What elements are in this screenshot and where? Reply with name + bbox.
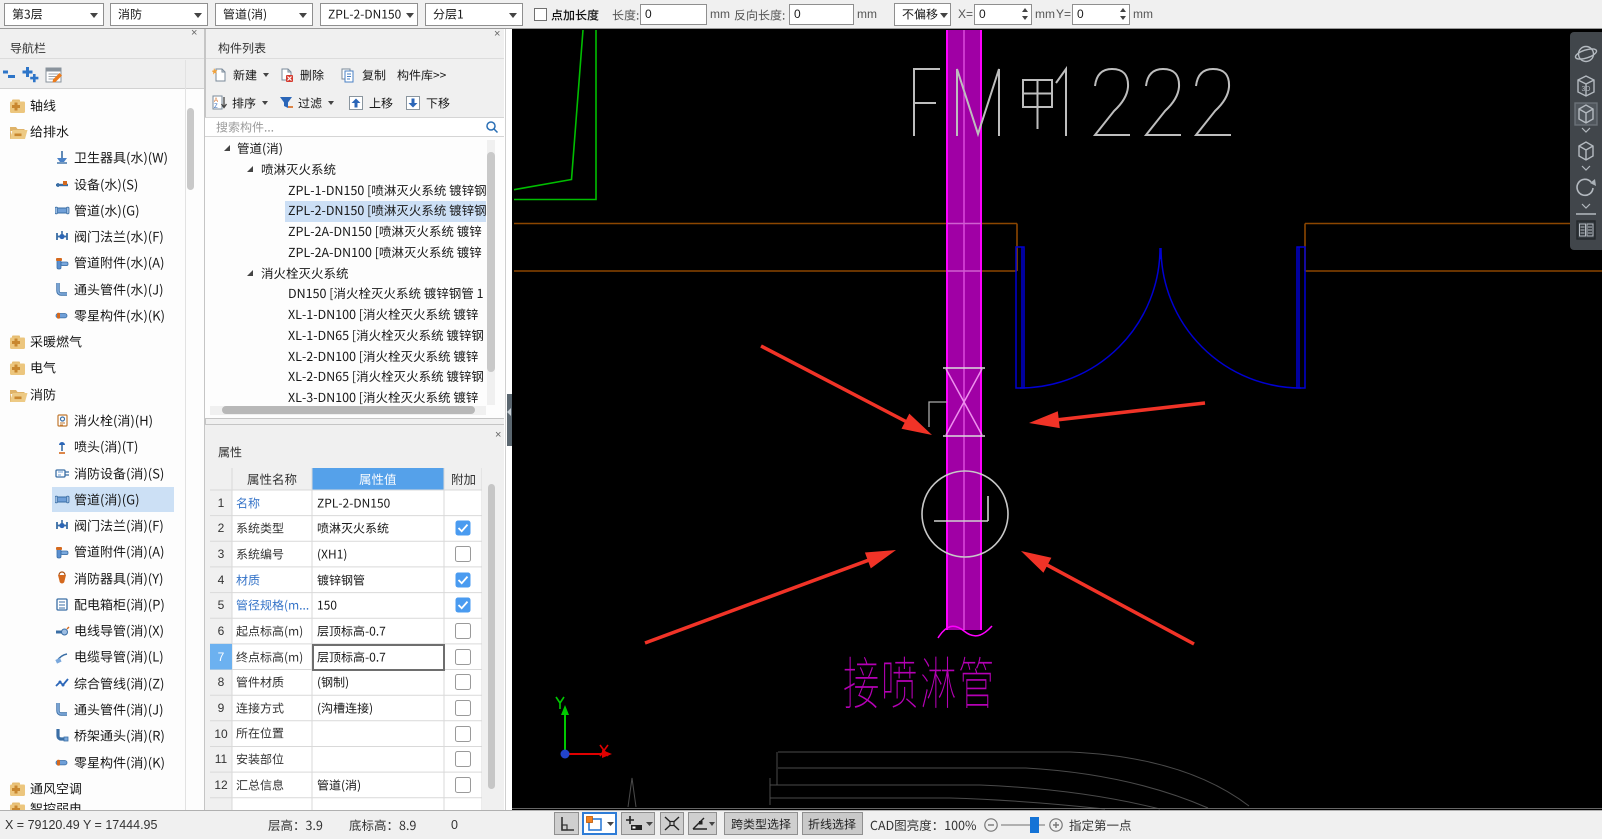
svg-text:Z: Z [214, 104, 218, 110]
svg-text:3D: 3D [1582, 86, 1591, 93]
